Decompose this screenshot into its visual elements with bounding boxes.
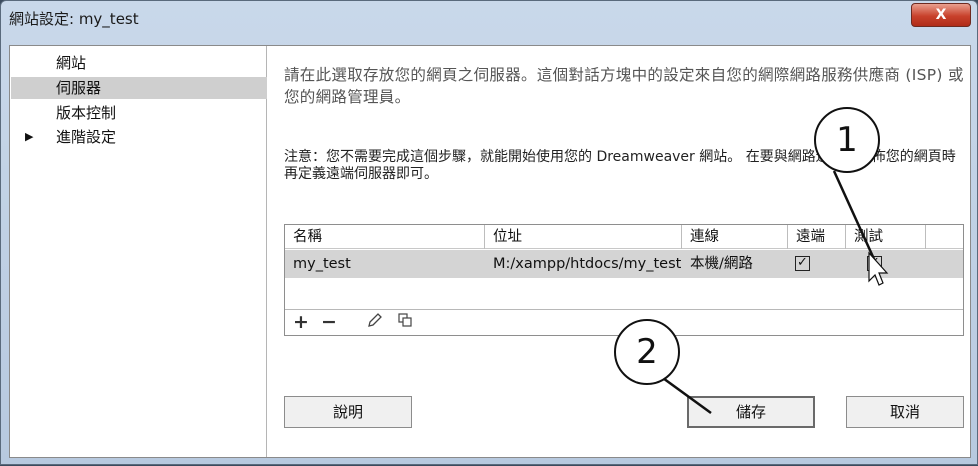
column-header-name[interactable]: 名稱 — [285, 225, 485, 249]
column-header-connection[interactable]: 連線 — [682, 225, 788, 249]
sidebar-item-label: 版本控制 — [56, 104, 117, 122]
table-row[interactable]: my_test M:/xampp/htdocs/my_test 本機/網路 ✓ … — [285, 250, 963, 278]
servers-panel: 請在此選取存放您的網頁之伺服器。這個對話方塊中的設定來自您的網際網路服務供應商 … — [268, 46, 970, 457]
remove-icon[interactable]: − — [319, 312, 339, 332]
category-sidebar: 網站 伺服器 版本控制 ▶ 進階設定 — [11, 46, 267, 457]
add-icon[interactable]: + — [291, 312, 311, 332]
column-header-remote[interactable]: 遠端 — [788, 225, 846, 249]
expand-arrow-icon[interactable]: ▶ — [25, 126, 33, 148]
servers-description: 請在此選取存放您的網頁之伺服器。這個對話方塊中的設定來自您的網際網路服務供應商 … — [284, 66, 964, 106]
sidebar-item-servers[interactable]: 伺服器 — [11, 77, 267, 99]
servers-table: 名稱 位址 連線 遠端 測試 my_test M:/xampp/htdocs/m… — [284, 224, 964, 336]
sidebar-item-version-control[interactable]: 版本控制 — [11, 102, 267, 124]
server-connection-cell: 本機/網路 — [690, 256, 753, 272]
sidebar-item-label: 伺服器 — [56, 79, 102, 97]
cancel-button[interactable]: 取消 — [846, 396, 964, 428]
close-button[interactable]: X — [911, 3, 971, 27]
table-header: 名稱 位址 連線 遠端 測試 — [285, 225, 963, 249]
site-setup-dialog: 網站設定: my_test X 網站 伺服器 版本控制 ▶ 進階設定 請在此選取… — [0, 0, 978, 465]
server-address-cell: M:/xampp/htdocs/my_test — [493, 256, 682, 272]
window-title: 網站設定: my_test — [9, 10, 139, 28]
sidebar-item-label: 網站 — [56, 54, 87, 72]
test-checkbox[interactable]: ✓ — [867, 256, 882, 271]
remote-checkbox[interactable]: ✓ — [795, 256, 810, 271]
title-bar: 網站設定: my_test X — [1, 1, 977, 35]
sidebar-item-label: 進階設定 — [56, 128, 117, 146]
save-button[interactable]: 儲存 — [687, 396, 815, 428]
callout-1: 1 — [814, 107, 880, 173]
close-icon: X — [935, 7, 947, 23]
help-button[interactable]: 說明 — [284, 396, 412, 428]
sidebar-item-site[interactable]: 網站 — [11, 52, 267, 74]
column-header-test[interactable]: 測試 — [846, 225, 926, 249]
callout-2: 2 — [614, 319, 680, 385]
edit-icon[interactable] — [365, 312, 385, 332]
duplicate-icon[interactable] — [395, 312, 415, 332]
server-name-cell: my_test — [293, 256, 351, 272]
column-header-address[interactable]: 位址 — [485, 225, 682, 249]
sidebar-item-advanced[interactable]: ▶ 進階設定 — [11, 126, 267, 148]
